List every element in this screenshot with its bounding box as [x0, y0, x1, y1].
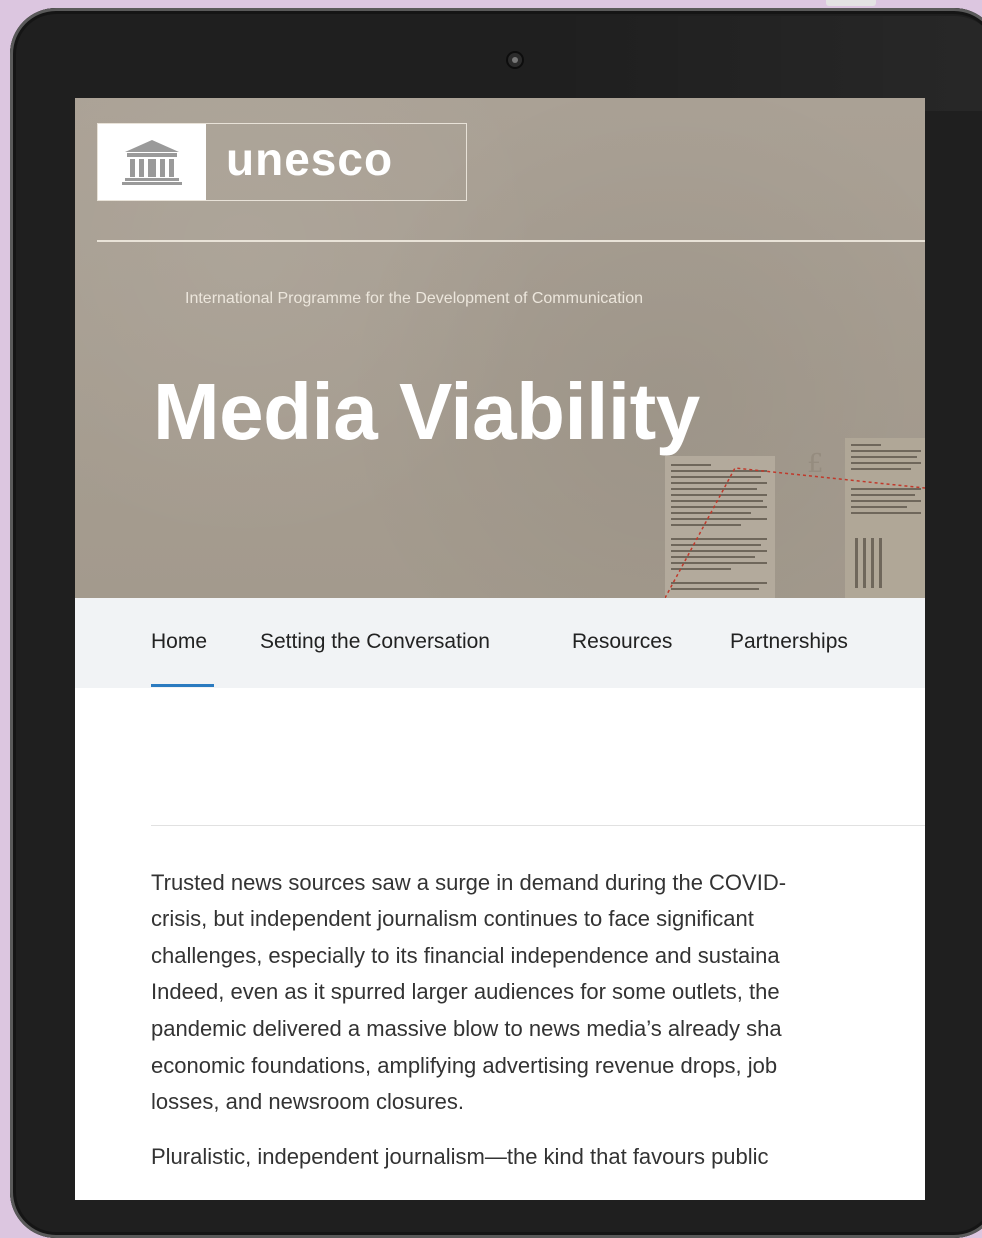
paragraph-line: Trusted news sources saw a surge in dema…: [151, 870, 787, 895]
paragraph-line: economic foundations, amplifying adverti…: [151, 1053, 778, 1078]
program-name: International Programme for the Developm…: [185, 290, 643, 307]
paragraph-line: challenges, especially to its financial …: [151, 943, 780, 968]
newspaper-collage-image: £: [665, 438, 925, 598]
svg-text:£: £: [807, 449, 824, 479]
nav-partnerships[interactable]: Partnerships: [730, 630, 848, 654]
paragraph-line: crisis, but independent journalism conti…: [151, 906, 754, 931]
nav-setting-the-conversation[interactable]: Setting the Conversation: [260, 630, 490, 654]
hero-divider: [97, 240, 925, 242]
active-tab-indicator: [151, 684, 214, 687]
tablet-screen: unesco International Programme for the D…: [75, 98, 925, 1200]
camera-icon: [508, 53, 522, 67]
main-navigation: Home Setting the Conversation Resources …: [75, 598, 925, 688]
paragraph-line: pandemic delivered a massive blow to new…: [151, 1016, 782, 1041]
nav-resources[interactable]: Resources: [572, 630, 672, 654]
paragraph-line: losses, and newsroom closures.: [151, 1089, 465, 1114]
hero-banner: unesco International Programme for the D…: [75, 98, 925, 598]
paragraph-line: Pluralistic, independent journalism—the …: [151, 1144, 769, 1169]
paragraph-line: Indeed, even as it spurred larger audien…: [151, 979, 780, 1004]
device-accessory: [826, 0, 876, 6]
frame-reflection: [550, 16, 982, 111]
logo-wordmark: unesco: [226, 133, 394, 185]
content-divider: [151, 825, 925, 826]
unesco-logo[interactable]: unesco: [97, 123, 467, 201]
page-title: Media Viability: [153, 367, 700, 456]
temple-icon: [98, 124, 206, 200]
nav-home[interactable]: Home: [151, 630, 207, 654]
